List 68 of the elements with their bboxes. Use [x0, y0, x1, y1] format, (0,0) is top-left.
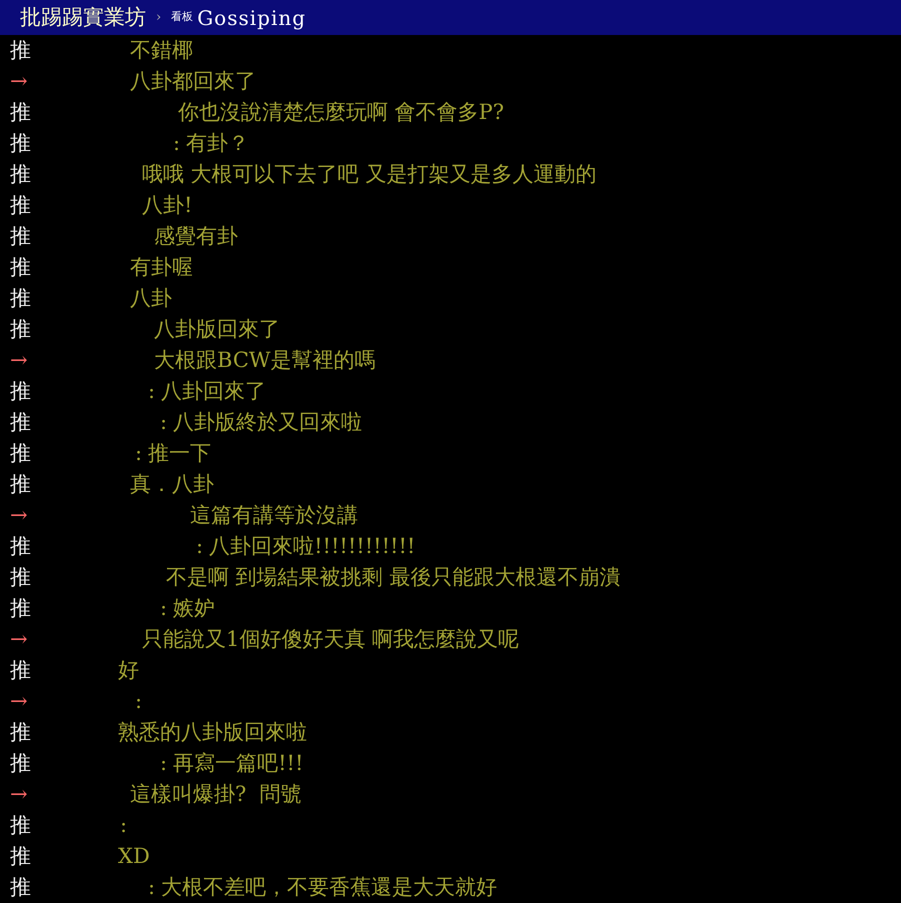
push-content: 只能說又1個好傻好天真 啊我怎麼說又呢	[142, 629, 520, 650]
push-content: 真．八卦	[130, 474, 214, 495]
push-content: XD	[118, 846, 150, 867]
colon: :	[148, 877, 156, 898]
push-tag: 推	[10, 846, 50, 867]
colon: :	[160, 753, 168, 774]
push-content: 推一下	[148, 443, 212, 464]
colon: :	[173, 133, 180, 154]
push-tag: 推	[10, 567, 50, 588]
push-tag: →	[10, 784, 50, 805]
push-tag: 推	[10, 443, 50, 464]
push-tag: →	[10, 629, 50, 650]
colon: :	[135, 691, 142, 712]
push-tag: 推	[10, 381, 50, 402]
push-tag: →	[10, 691, 50, 712]
push-content: 八卦版回來了	[154, 319, 280, 340]
colon: :	[135, 443, 142, 464]
board-label: 看板	[171, 9, 194, 26]
push-content: 不是啊 到場結果被挑剩 最後只能跟大根還不崩潰	[166, 567, 620, 588]
push-content: 好	[118, 660, 139, 681]
push-tag: 推	[10, 226, 50, 247]
push-content: 八卦!	[142, 195, 192, 216]
site-title[interactable]: 批踢踢實業坊	[20, 7, 146, 28]
push-content: 八卦回來啦!!!!!!!!!!!!	[209, 536, 416, 557]
push-content: 大根不差吧，不要香蕉還是大天就好	[161, 877, 498, 898]
push-tag: 推	[10, 722, 50, 743]
push-content: 熟悉的八卦版回來啦	[118, 722, 307, 743]
push-content: 這樣叫爆掛? 問號	[130, 784, 302, 805]
push-tag: 推	[10, 598, 50, 619]
push-tag: 推	[10, 753, 50, 774]
push-tag: 推	[10, 40, 50, 61]
push-tag: →	[10, 71, 50, 92]
colon: :	[120, 815, 128, 836]
push-content: 有卦喔	[130, 257, 193, 278]
push-tag: 推	[10, 660, 50, 681]
push-content: 有卦？	[186, 133, 250, 154]
push-tag: 推	[10, 815, 50, 836]
push-content: 八卦版終於又回來啦	[173, 412, 362, 433]
push-content: 不錯椰	[130, 40, 193, 61]
board-name[interactable]: Gossiping	[197, 2, 306, 32]
colon: :	[160, 598, 168, 619]
push-tag: 推	[10, 133, 50, 154]
push-tag: 推	[10, 319, 50, 340]
push-content: 再寫一篇吧!!!	[173, 753, 304, 774]
push-content: 八卦都回來了	[130, 71, 256, 92]
push-content: 你也沒說清楚怎麼玩啊 會不會多P?	[178, 102, 504, 123]
push-tag: 推	[10, 536, 50, 557]
push-tag: 推	[10, 412, 50, 433]
push-tag: 推	[10, 877, 50, 898]
push-content: 感覺有卦	[154, 226, 238, 247]
breadcrumb-separator: ›	[156, 8, 162, 27]
push-tag: 推	[10, 474, 50, 495]
push-tag: 推	[10, 195, 50, 216]
push-tag: 推	[10, 102, 50, 123]
push-tag: 推	[10, 164, 50, 185]
push-content: 八卦	[130, 288, 172, 309]
push-tag: →	[10, 505, 50, 526]
push-tag: 推	[10, 257, 50, 278]
push-content: 八卦回來了	[161, 381, 266, 402]
push-content: 嫉妒	[173, 598, 216, 619]
push-content: 這篇有講等於沒講	[190, 505, 358, 526]
push-content: 大根跟BCW是幫裡的嗎	[154, 350, 376, 371]
colon: :	[148, 381, 156, 402]
push-content: 哦哦 大根可以下去了吧 又是打架又是多人運動的	[142, 164, 596, 185]
push-tag: →	[10, 350, 50, 371]
push-tag: 推	[10, 288, 50, 309]
colon: :	[196, 536, 204, 557]
colon: :	[160, 412, 168, 433]
